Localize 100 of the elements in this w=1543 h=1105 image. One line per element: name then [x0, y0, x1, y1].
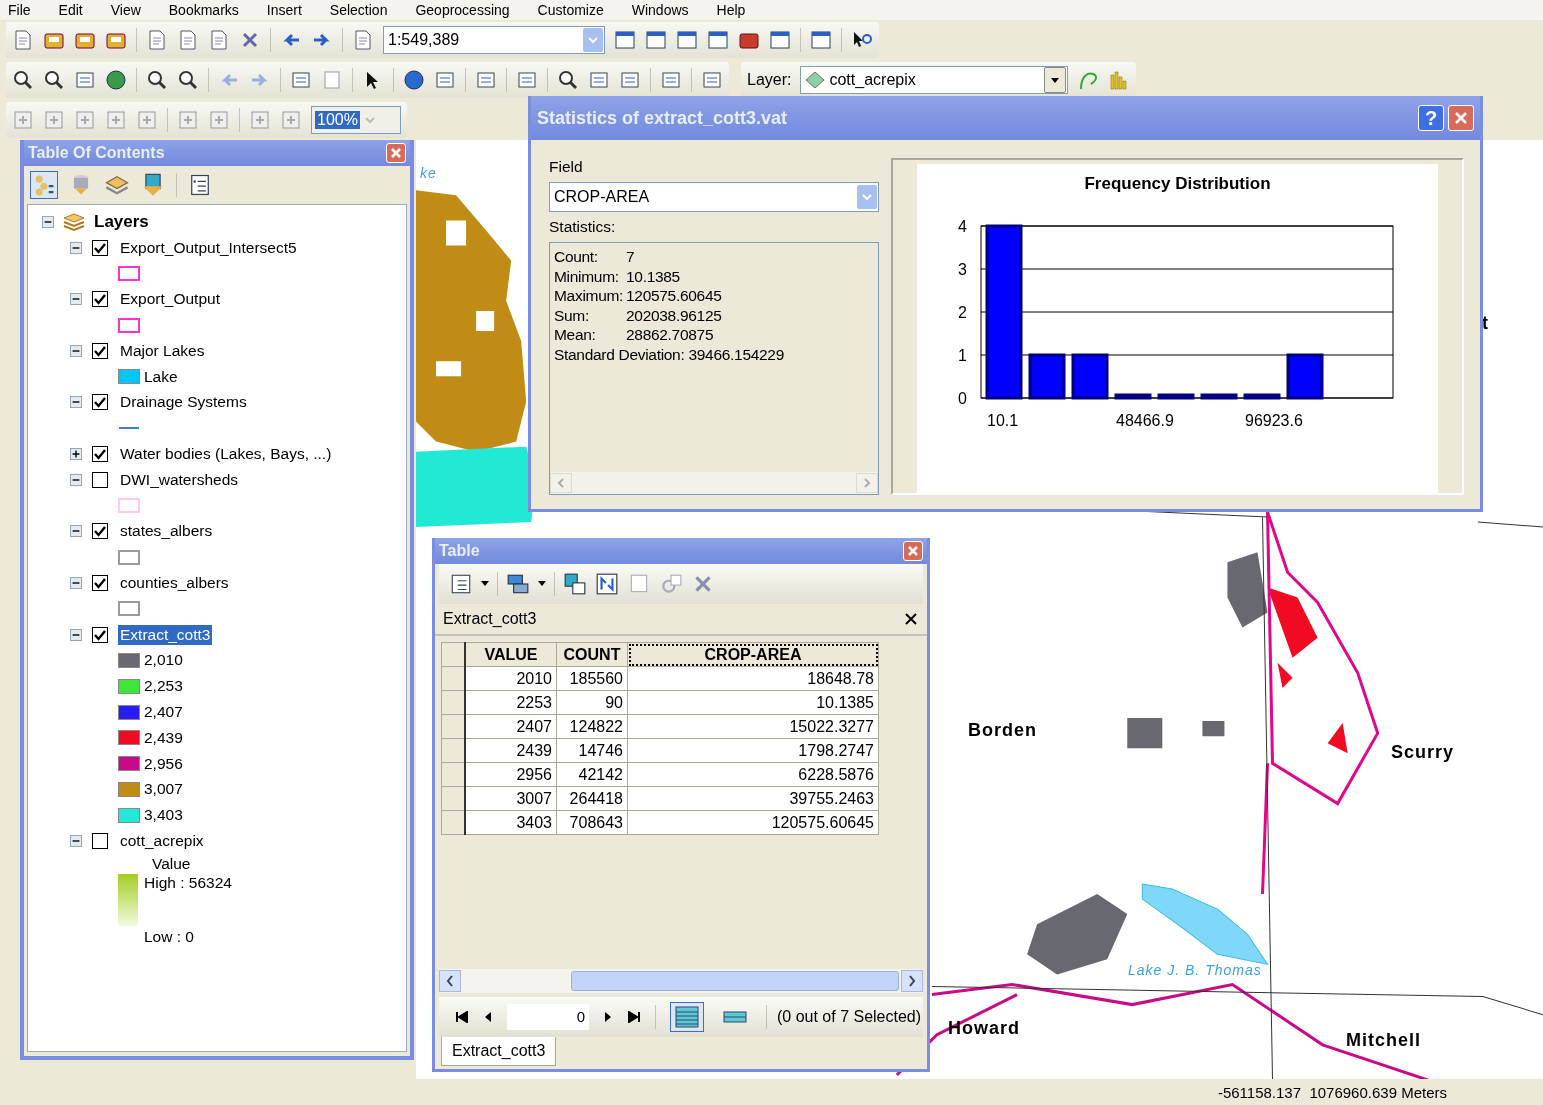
- row-selector[interactable]: [441, 690, 465, 715]
- checkbox[interactable]: [92, 575, 108, 592]
- expand-toggle[interactable]: [70, 293, 82, 306]
- row-selector[interactable]: [441, 714, 465, 739]
- layer-name[interactable]: Drainage Systems: [118, 392, 249, 413]
- chevron-left-icon: [557, 478, 565, 488]
- legend-label: 2,253: [144, 677, 183, 696]
- layer-dropdown[interactable]: cott_acrepix: [800, 66, 1069, 94]
- menu-item[interactable]: Help: [716, 1, 746, 19]
- next-record-icon[interactable]: [603, 1011, 613, 1023]
- switch-selection-icon[interactable]: [595, 572, 619, 596]
- column-header[interactable]: CROP-AREA: [627, 642, 879, 667]
- first-record-icon[interactable]: [455, 1011, 469, 1023]
- menu-item[interactable]: Windows: [631, 1, 689, 19]
- close-button[interactable]: [1448, 105, 1474, 131]
- row-selector[interactable]: [441, 786, 465, 811]
- close-button[interactable]: [903, 541, 923, 561]
- layer-name[interactable]: Water bodies (Lakes, Bays, ...): [118, 444, 334, 465]
- menu-item[interactable]: Geoprocessing: [415, 1, 510, 19]
- column-header[interactable]: VALUE: [465, 642, 557, 667]
- window-icon[interactable]: [701, 69, 723, 91]
- menu-item[interactable]: Selection: [329, 1, 388, 19]
- table-row-icon: [723, 1011, 747, 1023]
- bar: [1286, 353, 1323, 400]
- list-by-drawing-order-icon[interactable]: [30, 171, 58, 199]
- zoom-out-icon[interactable]: [43, 69, 65, 91]
- expand-toggle[interactable]: [70, 473, 82, 486]
- window-icon[interactable]: [676, 29, 698, 51]
- expand-toggle[interactable]: [70, 525, 82, 538]
- layer-name[interactable]: states_albers: [118, 521, 215, 542]
- field-dropdown[interactable]: CROP-AREA: [549, 182, 879, 212]
- menu-item[interactable]: Bookmarks: [168, 1, 239, 19]
- scale-field[interactable]: 1:549,389: [383, 26, 605, 54]
- close-button[interactable]: [386, 143, 406, 163]
- menu-item[interactable]: Insert: [266, 1, 302, 19]
- expand-toggle[interactable]: [70, 344, 82, 357]
- new-document-icon[interactable]: [12, 29, 34, 51]
- layer-name[interactable]: Export_Output_Intersect5: [118, 237, 299, 258]
- expand-toggle[interactable]: [70, 577, 82, 590]
- zoom-percent-field[interactable]: 100%: [311, 106, 401, 134]
- checkbox[interactable]: [92, 833, 108, 849]
- window-icon[interactable]: [645, 29, 667, 51]
- checkbox[interactable]: [92, 291, 108, 308]
- checkbox[interactable]: [92, 471, 108, 488]
- select-by-attributes-icon[interactable]: [563, 572, 587, 596]
- checkbox[interactable]: [92, 342, 108, 359]
- table-cell: 18648.78: [627, 666, 879, 691]
- record-field[interactable]: 0: [507, 1004, 589, 1030]
- expand-toggle[interactable]: [70, 628, 82, 641]
- checkbox[interactable]: [92, 394, 108, 411]
- window-icon[interactable]: [707, 29, 729, 51]
- fixed-zoom-in-icon[interactable]: [146, 69, 168, 91]
- menu-item[interactable]: File: [8, 1, 31, 19]
- bar: [1200, 393, 1237, 400]
- layer-name[interactable]: counties_albers: [118, 573, 231, 594]
- raster-layer-icon: [805, 71, 826, 89]
- layer-name[interactable]: Export_Output: [118, 289, 222, 310]
- layer-name[interactable]: cott_acrepix: [118, 831, 206, 851]
- window-icon[interactable]: [475, 69, 497, 91]
- table-options-icon[interactable]: [449, 572, 473, 596]
- expand-toggle[interactable]: [70, 448, 82, 461]
- checkbox[interactable]: [92, 446, 108, 463]
- caret-icon[interactable]: [481, 581, 489, 587]
- expand-toggle[interactable]: [70, 396, 82, 409]
- layer-name[interactable]: Major Lakes: [118, 340, 207, 361]
- row-selector[interactable]: [441, 810, 465, 835]
- close-icon[interactable]: [905, 613, 917, 625]
- collapse-toggle[interactable]: [42, 215, 54, 228]
- menu-item[interactable]: View: [110, 1, 141, 19]
- checkbox[interactable]: [92, 626, 108, 643]
- column-header[interactable]: COUNT: [556, 642, 628, 667]
- checkbox[interactable]: [92, 239, 108, 256]
- expand-toggle[interactable]: [70, 241, 82, 254]
- expand-toggle[interactable]: [70, 835, 82, 847]
- dropdown-icon: [364, 116, 375, 124]
- help-button[interactable]: ?: [1418, 105, 1444, 131]
- related-tables-icon[interactable]: [506, 572, 530, 596]
- checkbox[interactable]: [92, 523, 108, 540]
- zoom-in-icon[interactable]: [12, 69, 34, 91]
- scrollbar-thumb[interactable]: [571, 971, 899, 991]
- last-record-icon[interactable]: [627, 1011, 641, 1023]
- show-all-records-button[interactable]: [670, 1002, 704, 1032]
- table-tab[interactable]: Extract_cott3: [441, 1037, 557, 1066]
- statistic-value: 39466.154229: [688, 344, 784, 364]
- caret-icon[interactable]: [538, 581, 546, 587]
- layer-name[interactable]: Extract_cott3: [118, 624, 213, 645]
- window-icon[interactable]: [769, 29, 791, 51]
- row-selector[interactable]: [441, 738, 465, 763]
- layer-name[interactable]: DWI_watersheds: [118, 469, 240, 490]
- menu-item[interactable]: Customize: [537, 1, 604, 19]
- row-selector[interactable]: [441, 762, 465, 787]
- fixed-zoom-out-icon[interactable]: [177, 69, 199, 91]
- statistic-value: 120575.60645: [626, 286, 722, 306]
- scroll-right-button[interactable]: [901, 970, 923, 992]
- close-icon: [390, 147, 402, 159]
- tree-item[interactable]: Layers: [94, 211, 149, 232]
- row-selector[interactable]: [441, 666, 465, 691]
- menu-item[interactable]: Edit: [58, 1, 83, 19]
- previous-record-icon[interactable]: [483, 1011, 493, 1023]
- scroll-left-button[interactable]: [439, 970, 461, 992]
